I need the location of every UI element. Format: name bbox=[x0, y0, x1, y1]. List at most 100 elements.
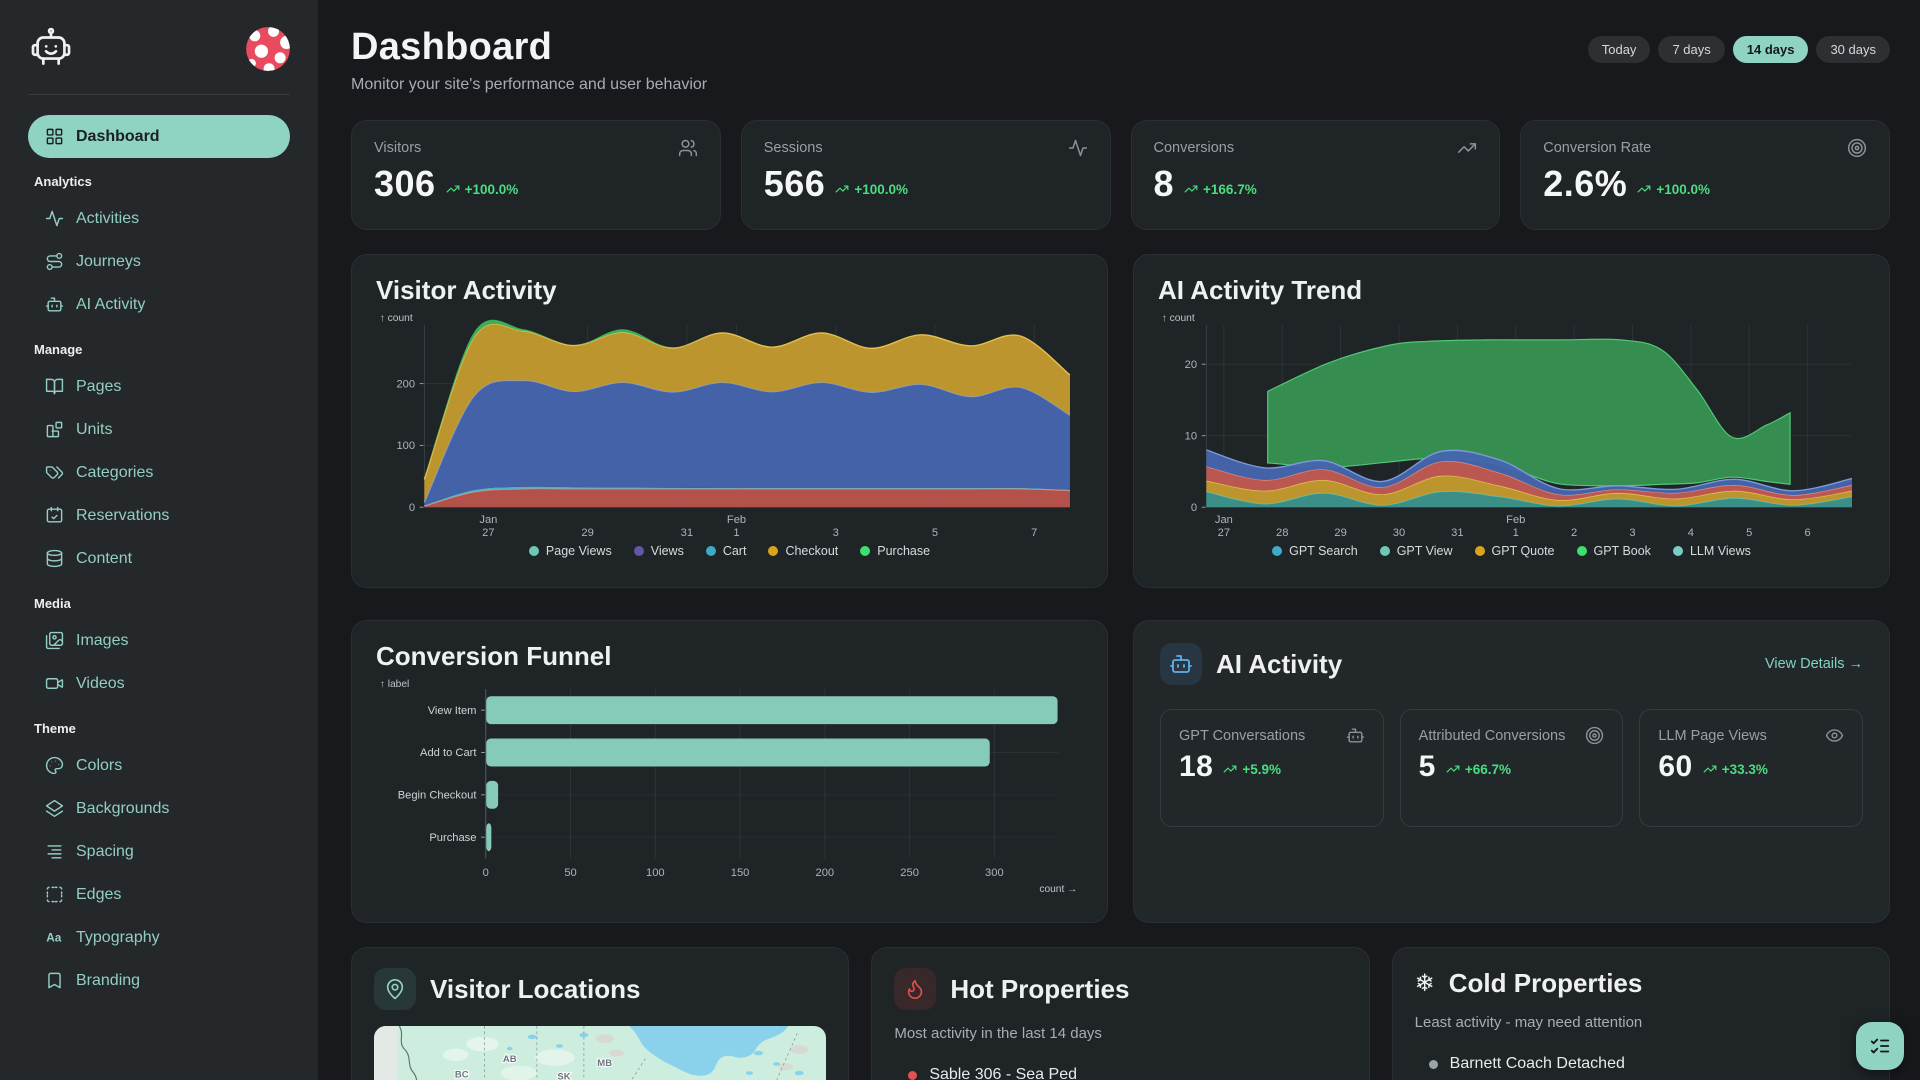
sidebar-item-dashboard[interactable]: Dashboard bbox=[28, 115, 290, 158]
target-icon bbox=[1585, 726, 1604, 745]
sidebar-item-images[interactable]: Images bbox=[28, 619, 290, 662]
legend-dot bbox=[860, 546, 870, 556]
map-pin-icon bbox=[374, 968, 416, 1010]
typography-icon: Aa bbox=[45, 928, 64, 947]
sidebar-section-manage: Manage bbox=[28, 326, 290, 365]
stat-value: 2.6% bbox=[1543, 163, 1627, 205]
activity-icon bbox=[1068, 138, 1088, 158]
sidebar-item-reservations[interactable]: Reservations bbox=[28, 494, 290, 537]
hot-property-item[interactable]: Sable 306 - Sea Ped bbox=[894, 1066, 1346, 1080]
stat-value: 306 bbox=[374, 163, 436, 205]
sidebar-item-label: Videos bbox=[76, 675, 125, 693]
images-icon bbox=[45, 631, 64, 650]
svg-text:Jan: Jan bbox=[1215, 514, 1233, 526]
app-logo-robot-icon[interactable] bbox=[28, 26, 74, 72]
sidebar-item-spacing[interactable]: Spacing bbox=[28, 830, 290, 873]
svg-text:5: 5 bbox=[932, 527, 938, 539]
legend-item-checkout[interactable]: Checkout bbox=[768, 544, 838, 558]
range-button-7-days[interactable]: 7 days bbox=[1658, 36, 1724, 63]
legend-item-page-views[interactable]: Page Views bbox=[529, 544, 612, 558]
legend-item-purchase[interactable]: Purchase bbox=[860, 544, 930, 558]
sidebar-item-label: Reservations bbox=[76, 507, 169, 525]
trend-badge: +33.3% bbox=[1703, 762, 1768, 777]
visitor-locations-card: Visitor Locations bbox=[351, 947, 849, 1080]
svg-text:3: 3 bbox=[833, 527, 839, 539]
sidebar-item-label: Images bbox=[76, 632, 128, 650]
flame-icon bbox=[894, 968, 936, 1010]
svg-text:↑ count: ↑ count bbox=[380, 313, 413, 324]
stat-card-visitors: Visitors306+100.0% bbox=[351, 120, 721, 230]
legend-item-gpt-view[interactable]: GPT View bbox=[1380, 544, 1453, 558]
page-subtitle: Monitor your site's performance and user… bbox=[351, 76, 707, 94]
sidebar-item-label: Typography bbox=[76, 929, 160, 947]
cold-property-item[interactable]: Barnett Coach Detached bbox=[1415, 1055, 1867, 1073]
stat-label: Conversions bbox=[1154, 140, 1235, 156]
sidebar-item-ai-activity[interactable]: AI Activity bbox=[28, 283, 290, 326]
legend-item-cart[interactable]: Cart bbox=[706, 544, 747, 558]
ai-stat-card-attributed-conversions: Attributed Conversions5+66.7% bbox=[1400, 709, 1624, 827]
svg-text:300: 300 bbox=[985, 867, 1004, 879]
sidebar-divider bbox=[28, 94, 290, 95]
stat-value: 5 bbox=[1419, 750, 1436, 784]
rows-icon bbox=[45, 842, 64, 861]
eye-icon bbox=[1825, 726, 1844, 745]
charts-row: Visitor Activity 0100200Jan272931Feb1357… bbox=[351, 254, 1890, 588]
svg-text:150: 150 bbox=[731, 867, 750, 879]
blocks-icon bbox=[45, 420, 64, 439]
svg-text:20: 20 bbox=[1185, 359, 1197, 371]
svg-text:5: 5 bbox=[1746, 527, 1752, 539]
svg-text:31: 31 bbox=[681, 527, 693, 539]
range-button-today[interactable]: Today bbox=[1588, 36, 1651, 63]
legend-item-gpt-book[interactable]: GPT Book bbox=[1577, 544, 1651, 558]
app-root: DashboardAnalyticsActivitiesJourneysAI A… bbox=[0, 0, 1920, 1080]
legend-label: GPT Search bbox=[1289, 544, 1358, 558]
svg-text:50: 50 bbox=[564, 867, 576, 879]
sidebar-item-journeys[interactable]: Journeys bbox=[28, 240, 290, 283]
user-avatar[interactable] bbox=[246, 27, 290, 71]
svg-text:0: 0 bbox=[409, 502, 415, 514]
sidebar-item-backgrounds[interactable]: Backgrounds bbox=[28, 787, 290, 830]
sidebar-item-typography[interactable]: Aa Typography bbox=[28, 916, 290, 959]
sidebar-item-activities[interactable]: Activities bbox=[28, 197, 290, 240]
svg-text:6: 6 bbox=[1804, 527, 1810, 539]
checklist-fab-button[interactable] bbox=[1856, 1022, 1904, 1070]
page-title: Dashboard bbox=[351, 26, 707, 69]
svg-text:10: 10 bbox=[1185, 430, 1197, 442]
sidebar-item-edges[interactable]: Edges bbox=[28, 873, 290, 916]
sidebar-item-label: Pages bbox=[76, 378, 121, 396]
visitor-locations-map[interactable]: ABMBBCSK bbox=[374, 1026, 826, 1080]
view-details-link[interactable]: View Details → bbox=[1765, 656, 1863, 672]
sidebar-item-content[interactable]: Content bbox=[28, 537, 290, 580]
legend-item-gpt-search[interactable]: GPT Search bbox=[1272, 544, 1358, 558]
sidebar-item-branding[interactable]: Branding bbox=[28, 959, 290, 1002]
legend-dot bbox=[1673, 546, 1683, 556]
svg-text:Feb: Feb bbox=[1506, 514, 1525, 526]
legend-item-llm-views[interactable]: LLM Views bbox=[1673, 544, 1751, 558]
funnel-row: Conversion Funnel View ItemAdd to CartBe… bbox=[351, 620, 1890, 923]
legend-item-views[interactable]: Views bbox=[634, 544, 684, 558]
svg-text:0: 0 bbox=[1191, 502, 1197, 514]
ai-activity-cards: GPT Conversations18+5.9%Attributed Conve… bbox=[1160, 709, 1863, 827]
sidebar-item-label: Edges bbox=[76, 886, 121, 904]
map-label-ab: AB bbox=[503, 1054, 517, 1065]
sidebar-item-pages[interactable]: Pages bbox=[28, 365, 290, 408]
sidebar-item-categories[interactable]: Categories bbox=[28, 451, 290, 494]
cold-property-dot bbox=[1429, 1060, 1438, 1069]
legend-label: GPT Quote bbox=[1492, 544, 1555, 558]
legend-item-gpt-quote[interactable]: GPT Quote bbox=[1475, 544, 1555, 558]
svg-text:Begin Checkout: Begin Checkout bbox=[398, 790, 478, 802]
legend-label: Cart bbox=[723, 544, 747, 558]
sidebar-item-colors[interactable]: Colors bbox=[28, 744, 290, 787]
sidebar-item-units[interactable]: Units bbox=[28, 408, 290, 451]
svg-text:View Item: View Item bbox=[428, 705, 477, 717]
svg-text:200: 200 bbox=[396, 378, 415, 390]
range-button-14-days[interactable]: 14 days bbox=[1733, 36, 1809, 63]
sidebar-item-label: Activities bbox=[76, 210, 139, 228]
stat-label: LLM Page Views bbox=[1658, 728, 1767, 744]
activity-icon bbox=[45, 209, 64, 228]
box-dashed-icon bbox=[45, 885, 64, 904]
trend-badge: +100.0% bbox=[446, 182, 519, 197]
range-button-30-days[interactable]: 30 days bbox=[1816, 36, 1890, 63]
map-label-mb: MB bbox=[597, 1058, 612, 1069]
sidebar-item-videos[interactable]: Videos bbox=[28, 662, 290, 705]
